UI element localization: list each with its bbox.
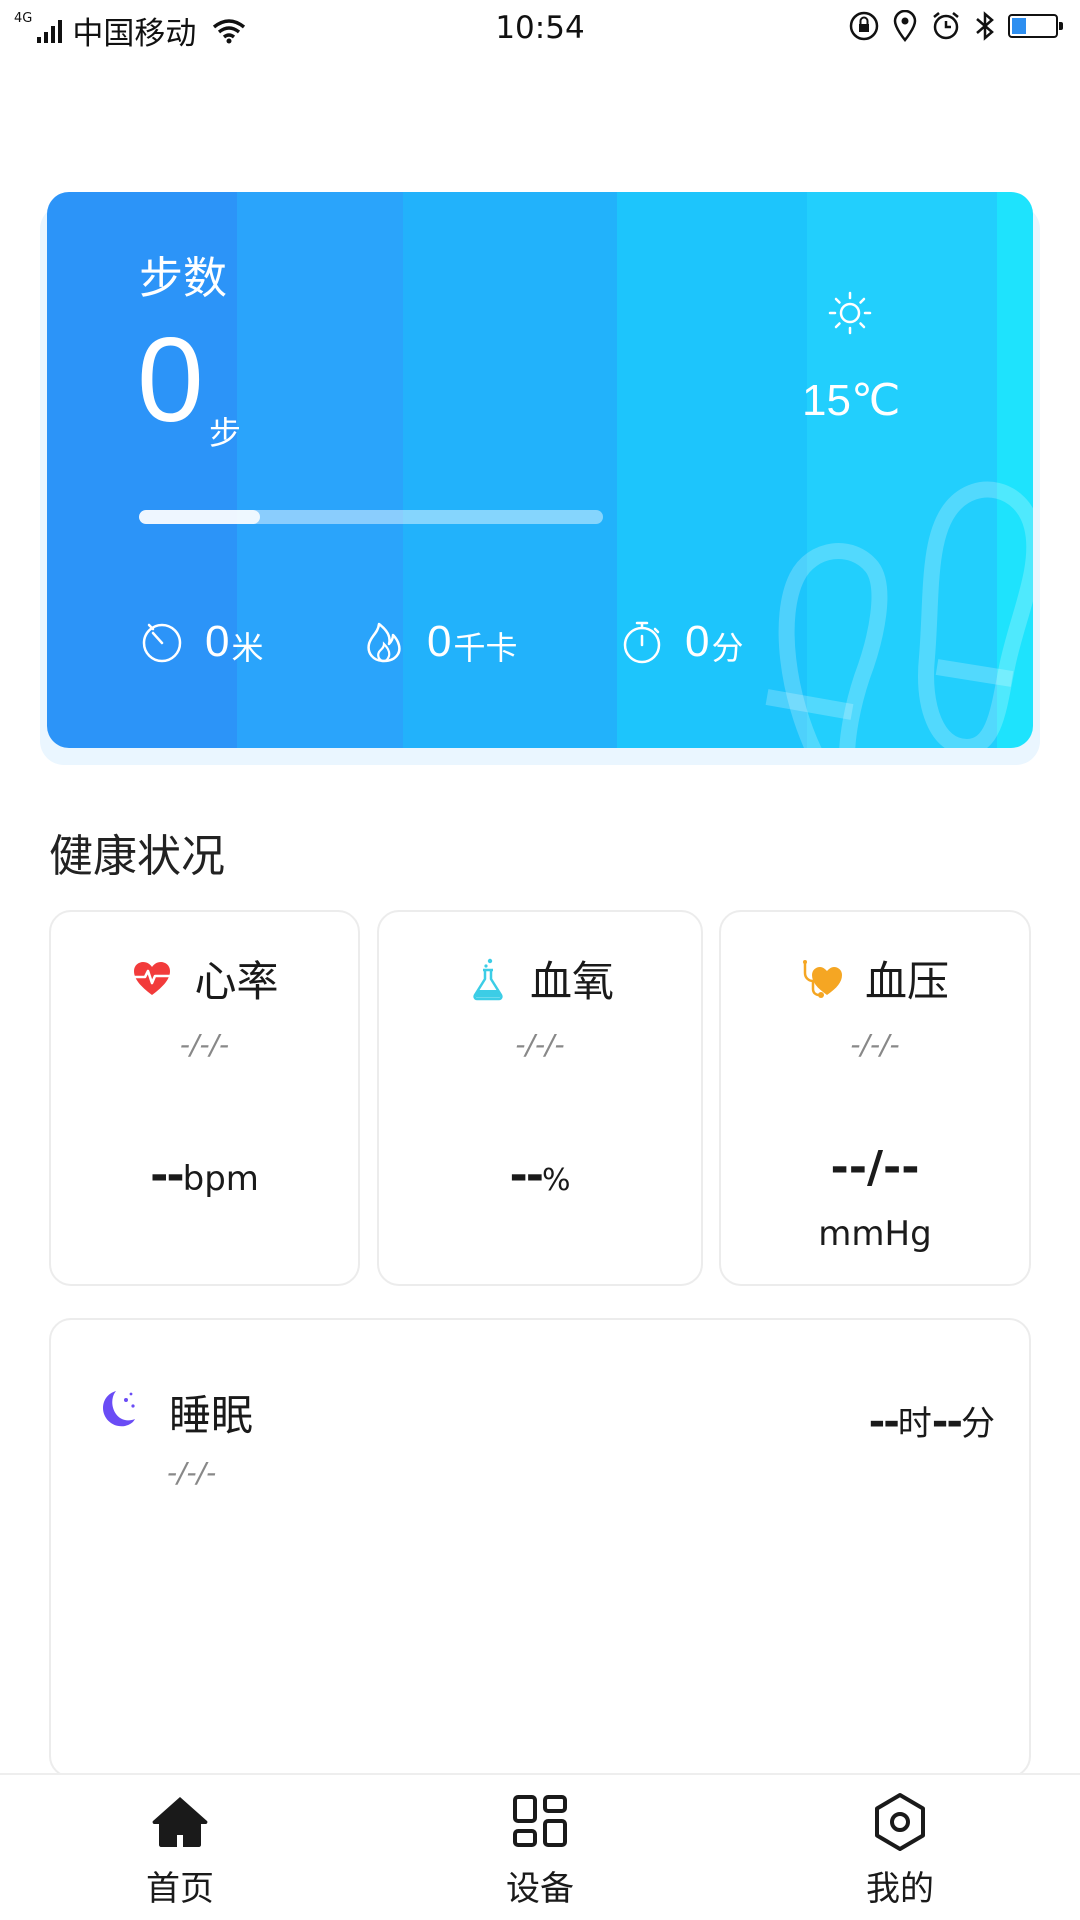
heart-rate-title: 心率 [194, 957, 279, 1006]
heart-rate-card[interactable]: 心率 -/-/- --bpm [49, 910, 360, 1286]
duration-metric: 0 分 [619, 612, 744, 672]
blood-pressure-value: --/-- [830, 1142, 920, 1193]
distance-value: 0 [205, 617, 230, 666]
moon-icon [103, 1391, 135, 1427]
health-section-title: 健康状况 [49, 831, 225, 882]
blood-pressure-date: -/-/- [850, 1028, 900, 1061]
calories-metric: 0 千卡 [361, 612, 518, 672]
status-bar: 4G 中国移动 10:54 [0, 0, 1080, 60]
nav-profile[interactable]: 我的 [720, 1775, 1080, 1920]
heart-rate-icon [134, 961, 171, 995]
flame-icon [367, 622, 401, 663]
bottom-nav: 首页 设备 我的 [0, 1773, 1080, 1920]
blood-pressure-title: 血压 [864, 957, 949, 1006]
blood-oxygen-date: -/-/- [515, 1028, 565, 1061]
heart-rate-header: 心率 [51, 948, 358, 1009]
heart-rate-value: -- [150, 1150, 185, 1201]
heart-rate-reading: --bpm [51, 1150, 358, 1201]
flask-icon [473, 958, 503, 1000]
home-icon [152, 1797, 208, 1847]
grid-icon [513, 1795, 567, 1847]
nav-devices-label: 设备 [506, 1869, 574, 1909]
sleep-card[interactable]: 睡眠 -/-/- --时--分 [49, 1318, 1031, 1778]
steps-card-content: 步数 0 步 15℃ 0 米 0 千卡 0 分 [47, 192, 1033, 748]
stopwatch-icon [623, 621, 661, 664]
blood-oxygen-unit: % [542, 1163, 571, 1198]
sun-icon [828, 291, 872, 335]
steps-progress-fill [139, 510, 260, 524]
activity-metrics: 0 米 0 千卡 0 分 [139, 612, 1033, 672]
heart-rate-unit: bpm [182, 1159, 259, 1199]
bluetooth-icon [976, 11, 994, 41]
nav-devices[interactable]: 设备 [360, 1775, 720, 1920]
nav-home-label: 首页 [146, 1869, 214, 1909]
distance-unit: 米 [231, 629, 264, 667]
distance-metric: 0 米 [139, 612, 264, 672]
status-right [848, 10, 1063, 42]
steps-title: 步数 [139, 253, 227, 304]
sleep-title: 睡眠 [169, 1391, 254, 1440]
nav-profile-label: 我的 [866, 1869, 934, 1909]
steps-card[interactable]: 步数 0 步 15℃ 0 米 0 千卡 0 分 [47, 192, 1033, 748]
battery-level [1012, 18, 1027, 34]
sleep-minutes-unit: 分 [961, 1404, 995, 1444]
steps-count: 0 [137, 313, 204, 447]
battery-icon [1008, 14, 1063, 38]
calories-value: 0 [427, 617, 452, 666]
hexagon-settings-icon [875, 1793, 925, 1851]
duration-value: 0 [685, 617, 710, 666]
blood-pressure-unit: mmHg [818, 1214, 932, 1254]
sleep-hours-value: -- [868, 1399, 900, 1445]
location-icon [893, 10, 917, 42]
duration-unit: 分 [711, 629, 744, 667]
blood-pressure-header: 血压 [721, 948, 1029, 1009]
stethoscope-heart-icon [802, 959, 842, 998]
alarm-icon [933, 12, 959, 40]
rotation-lock-icon [849, 11, 879, 41]
distance-icon [142, 623, 182, 663]
nav-home[interactable]: 首页 [0, 1775, 360, 1920]
sleep-duration: --时--分 [869, 1396, 995, 1445]
steps-unit: 步 [209, 414, 242, 452]
blood-oxygen-value: -- [509, 1150, 544, 1201]
sleep-date: -/-/- [167, 1456, 217, 1489]
blood-oxygen-reading: --% [379, 1150, 701, 1201]
blood-oxygen-header: 血氧 [379, 948, 701, 1009]
heart-rate-date: -/-/- [179, 1028, 230, 1061]
blood-pressure-card[interactable]: 血压 -/-/- --/-- mmHg [719, 910, 1031, 1286]
calories-unit: 千卡 [453, 629, 518, 667]
steps-progress-bar [139, 510, 603, 524]
blood-oxygen-title: 血氧 [529, 957, 614, 1006]
sleep-hours-unit: 时 [897, 1404, 932, 1444]
blood-oxygen-card[interactable]: 血氧 -/-/- --% [377, 910, 703, 1286]
sleep-minutes-value: -- [931, 1399, 963, 1445]
temperature-value: 15℃ [802, 376, 901, 425]
